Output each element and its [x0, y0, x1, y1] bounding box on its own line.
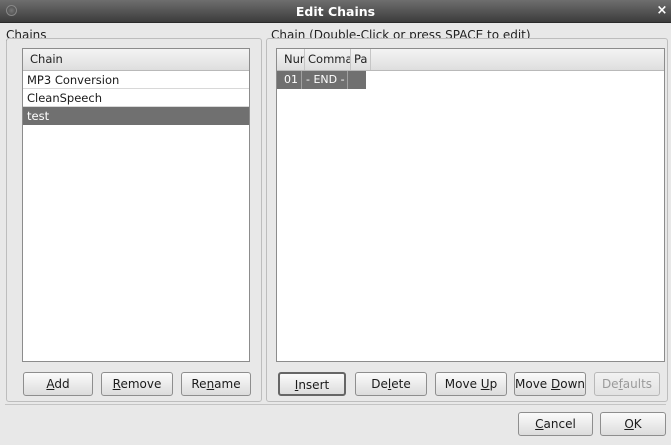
number-column-header[interactable]: Nur	[277, 49, 305, 70]
step-command-cell: - END -	[302, 71, 348, 89]
chain-list-item[interactable]: CleanSpeech	[23, 89, 249, 107]
delete-button[interactable]: Delete	[355, 372, 427, 396]
defaults-button: Defaults	[594, 372, 660, 396]
close-icon[interactable]: ×	[655, 3, 669, 19]
chains-list-header: Chain	[23, 49, 249, 71]
step-parameters-cell	[348, 71, 366, 89]
chain-steps-table[interactable]: Nur Comma Pa 01 - END -	[276, 48, 665, 362]
chain-groupbox: Nur Comma Pa 01 - END - Insert Delete Mo…	[266, 38, 668, 402]
title-bar: Edit Chains ×	[0, 0, 671, 23]
ok-button[interactable]: OK	[600, 412, 666, 436]
move-up-button[interactable]: Move Up	[435, 372, 507, 396]
chains-list[interactable]: Chain MP3 Conversion CleanSpeech test	[22, 48, 250, 362]
step-number-cell: 01	[277, 71, 302, 89]
chain-list-item-selected[interactable]: test	[23, 107, 249, 125]
chain-steps-header: Nur Comma Pa	[277, 49, 664, 71]
remove-button[interactable]: Remove	[101, 372, 173, 396]
insert-button[interactable]: Insert	[278, 372, 346, 396]
add-button[interactable]: Add	[23, 372, 93, 396]
move-down-button[interactable]: Move Down	[514, 372, 586, 396]
chains-groupbox: Chain MP3 Conversion CleanSpeech test Ad…	[6, 38, 262, 402]
table-row[interactable]: 01 - END -	[277, 71, 366, 89]
footer-separator	[5, 404, 666, 405]
command-column-header[interactable]: Comma	[305, 49, 351, 70]
cancel-button[interactable]: Cancel	[518, 412, 593, 436]
edit-chains-dialog: Edit Chains × Chains Chain MP3 Conversio…	[0, 0, 671, 445]
chain-column-header[interactable]: Chain	[23, 49, 249, 70]
window-title: Edit Chains	[295, 4, 376, 19]
rename-button[interactable]: Rename	[181, 372, 251, 396]
parameters-column-header[interactable]: Pa	[351, 49, 371, 70]
chain-list-item[interactable]: MP3 Conversion	[23, 71, 249, 89]
